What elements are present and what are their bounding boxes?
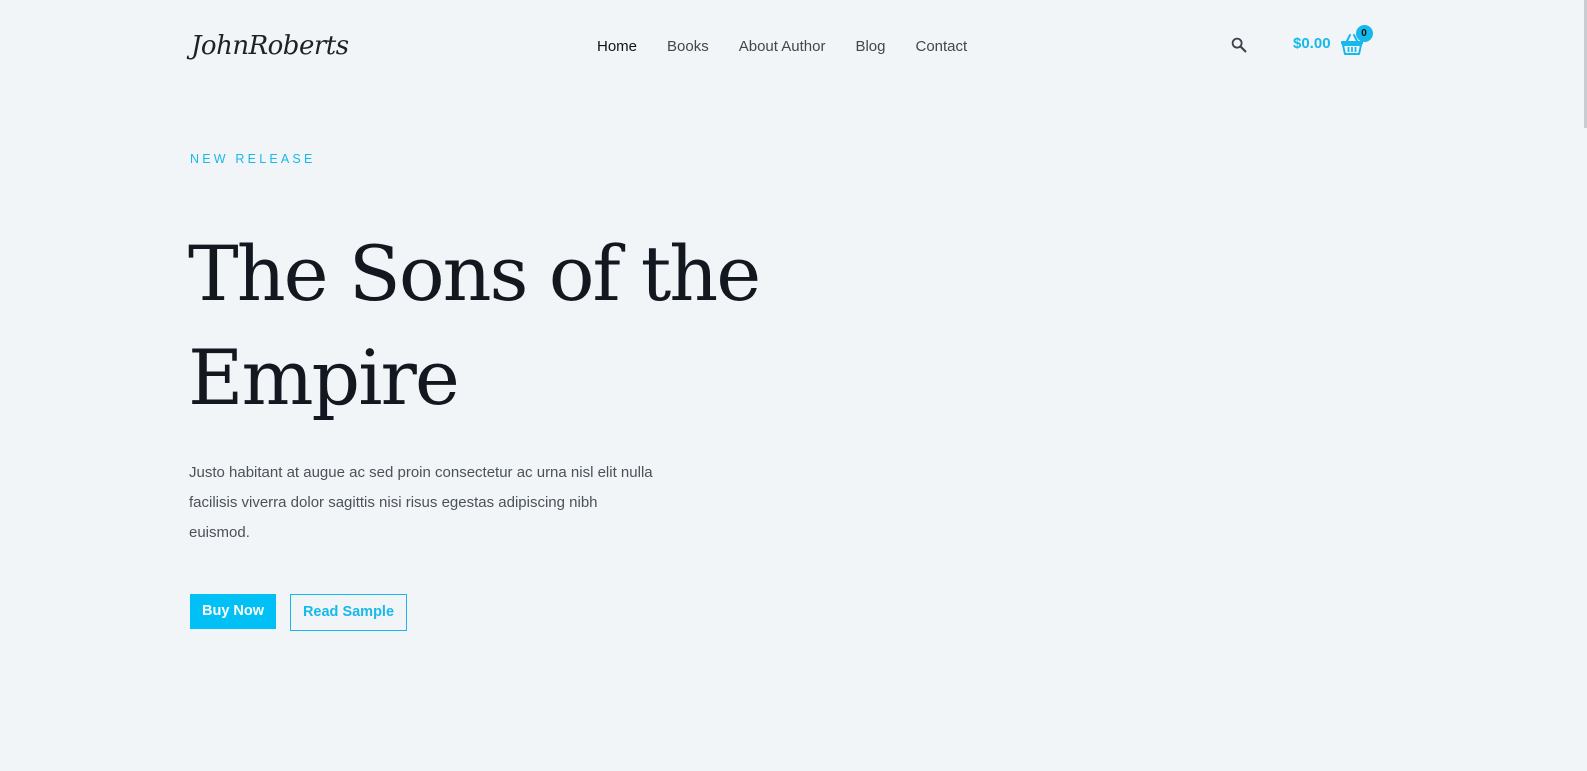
site-logo[interactable]: JohnRoberts xyxy=(191,28,349,64)
read-sample-button[interactable]: Read Sample xyxy=(290,594,407,631)
nav-item-home[interactable]: Home xyxy=(597,36,637,58)
nav-item-blog[interactable]: Blog xyxy=(855,36,885,58)
hero-title-line-1: The Sons of the xyxy=(188,229,761,318)
nav-item-books[interactable]: Books xyxy=(667,36,709,58)
scrollbar-track[interactable] xyxy=(1583,0,1587,771)
hero-eyebrow: NEW RELEASE xyxy=(190,152,316,166)
search-button[interactable] xyxy=(1228,34,1250,56)
buy-now-button[interactable]: Buy Now xyxy=(190,594,276,629)
nav-item-contact[interactable]: Contact xyxy=(915,36,967,58)
cart-button[interactable]: $0.00 0 xyxy=(1293,25,1373,62)
nav-item-about-author[interactable]: About Author xyxy=(739,36,826,58)
cart-count-badge: 0 xyxy=(1355,25,1373,42)
page: JohnRoberts Home Books About Author Blog… xyxy=(0,0,1587,771)
hero-description: Justo habitant at augue ac sed proin con… xyxy=(189,464,653,541)
main-nav: Home Books About Author Blog Contact xyxy=(597,36,967,58)
cart-icon-wrap: 0 xyxy=(1339,25,1373,57)
hero-title-line-2: Empire xyxy=(188,333,460,422)
cart-total: $0.00 xyxy=(1293,35,1331,52)
search-icon xyxy=(1231,37,1247,53)
hero-title: The Sons of the Empire xyxy=(188,222,808,430)
